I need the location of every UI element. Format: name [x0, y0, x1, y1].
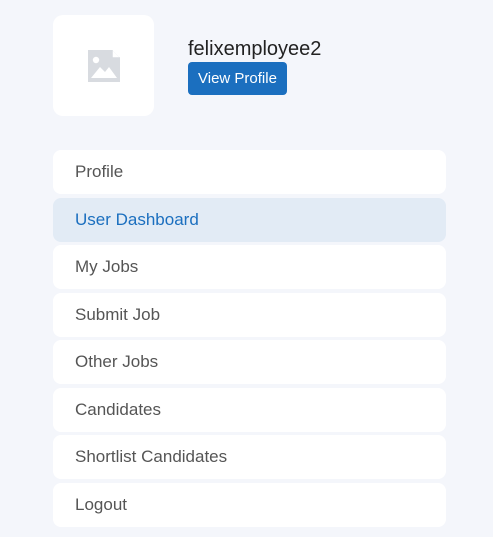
nav-item-user-dashboard[interactable]: User Dashboard	[53, 197, 446, 242]
dashboard-nav-menu: Profile User Dashboard My Jobs Submit Job Ot…	[53, 150, 446, 530]
nav-item-label: Submit Job	[75, 304, 161, 324]
nav-item-other-jobs[interactable]: Other Jobs	[53, 340, 446, 384]
image-placeholder-icon	[86, 48, 122, 84]
nav-item-candidates[interactable]: Candidates	[53, 387, 446, 432]
nav-item-label: Shortlist Candidates	[75, 447, 228, 466]
view-profile-button[interactable]: View Profile	[188, 62, 287, 95]
nav-item-label: Candidates	[75, 399, 162, 419]
username: felixemployee2	[188, 38, 322, 60]
nav-item-label: Other Jobs	[75, 352, 159, 371]
avatar	[53, 15, 154, 116]
nav-item-label: Logout	[75, 494, 127, 514]
nav-item-label: My Jobs	[75, 257, 139, 276]
nav-item-label: Profile	[75, 162, 124, 181]
nav-item-my-jobs[interactable]: My Jobs	[53, 245, 446, 289]
nav-item-label: User Dashboard	[75, 209, 199, 229]
nav-item-shortlist-candidates[interactable]: Shortlist Candidates	[53, 435, 446, 479]
nav-item-profile[interactable]: Profile	[53, 150, 446, 194]
profile-header: felixemployee2 View Profile	[53, 15, 446, 116]
nav-item-logout[interactable]: Logout	[53, 482, 446, 527]
nav-item-submit-job[interactable]: Submit Job	[53, 292, 446, 337]
